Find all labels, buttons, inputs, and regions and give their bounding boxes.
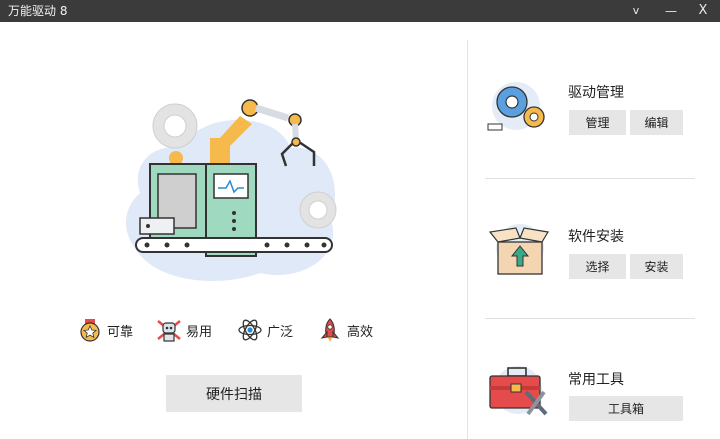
feature-easy: 易用 [156, 316, 212, 344]
minimize-button[interactable]: — [656, 0, 686, 22]
feature-label: 可靠 [107, 324, 134, 340]
robot-icon [157, 320, 181, 342]
feature-reliable: 可靠 [77, 316, 133, 344]
software-install-title: 软件安装 [568, 229, 624, 245]
rocket-icon [320, 318, 340, 342]
section-divider [485, 178, 695, 179]
edit-button[interactable]: 编辑 [630, 110, 683, 135]
hardware-scan-button[interactable]: 硬件扫描 [166, 375, 302, 412]
feature-label: 高效 [347, 324, 374, 340]
section-divider [485, 318, 695, 319]
feature-label: 广泛 [267, 324, 294, 340]
toolbox-button[interactable]: 工具箱 [569, 396, 683, 421]
install-button[interactable]: 安装 [630, 254, 683, 279]
medal-icon [80, 319, 100, 342]
feature-efficient: 高效 [317, 316, 373, 344]
toolbox-icon [489, 366, 548, 416]
atom-icon [238, 319, 262, 341]
select-button[interactable]: 选择 [569, 254, 626, 279]
feature-wide: 广泛 [237, 316, 293, 344]
close-button[interactable]: X [688, 0, 718, 22]
window-title: 万能驱动 8 [8, 4, 68, 18]
menu-button[interactable]: v [621, 0, 651, 22]
box-icon [488, 224, 549, 275]
vertical-divider [467, 40, 468, 439]
gears-icon [487, 82, 545, 131]
title-bar: 万能驱动 8 v — X [0, 0, 720, 22]
driver-management-title: 驱动管理 [568, 85, 624, 101]
common-tools-title: 常用工具 [568, 372, 624, 388]
factory-machine-illustration [125, 99, 337, 281]
manage-button[interactable]: 管理 [569, 110, 626, 135]
feature-label: 易用 [186, 324, 213, 340]
